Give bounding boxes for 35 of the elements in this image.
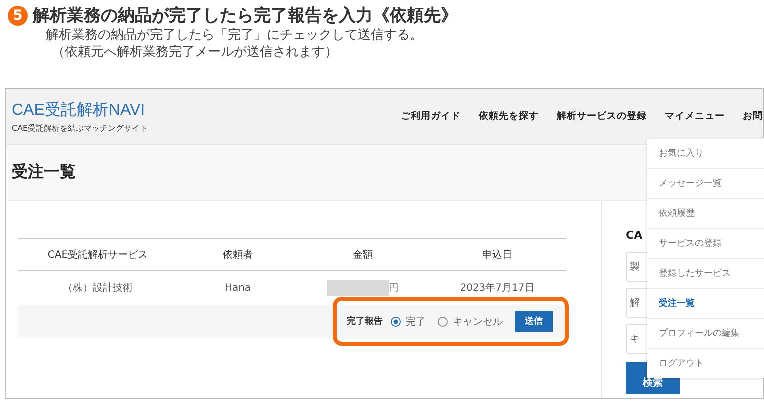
instruction-text: 解析業務の納品が完了したら「完了」にチェックして送信する。 xyxy=(46,27,424,44)
table-cell-text: （株）設計技術 xyxy=(62,282,134,295)
menu-item[interactable]: 登録したサービス xyxy=(647,258,764,288)
nav-link[interactable]: マイメニュー xyxy=(665,110,725,123)
site-tagline: CAE受託解析を結ぶマッチングサイト xyxy=(12,122,148,134)
radio-label[interactable]: 完了 xyxy=(406,314,426,328)
column-header: 金額 xyxy=(352,248,374,262)
nav-link[interactable]: お問 xyxy=(743,110,763,123)
menu-item[interactable]: お気に入り xyxy=(647,138,764,168)
table-cell-text: Hana xyxy=(224,282,252,294)
radio-label[interactable]: キャンセル xyxy=(453,314,503,328)
menu-item[interactable]: プロフィールの編集 xyxy=(647,318,764,348)
table-cell-text: 2023年7月17日 xyxy=(459,282,536,295)
menu-item[interactable]: メッセージ一覧 xyxy=(647,168,764,198)
step-title: 解析業務の納品が完了したら完了報告を入力《依頼先》 xyxy=(33,5,458,27)
nav-link[interactable]: 依頼先を探す xyxy=(479,110,539,123)
column-header: 申込日 xyxy=(482,248,514,262)
menu-item[interactable]: ログアウト xyxy=(647,348,764,378)
report-label: 完了報告 xyxy=(347,315,383,328)
page-title: 受注一覧 xyxy=(12,162,76,183)
site-logo[interactable]: CAE受託解析NAVI xyxy=(12,100,148,120)
column-header: 依頼者 xyxy=(222,248,254,262)
nav-link[interactable]: 解析サービスの登録 xyxy=(557,110,647,123)
menu-item[interactable]: 受注一覧 xyxy=(647,288,764,318)
nav-link[interactable]: ご利用ガイド xyxy=(401,110,461,123)
sidebar-heading: CA xyxy=(626,229,644,242)
table-cell-text: 円 xyxy=(389,282,399,295)
send-button[interactable]: 送信 xyxy=(515,311,553,332)
menu-item[interactable]: サービスの登録 xyxy=(647,228,764,258)
menu-item[interactable]: 依頼履歴 xyxy=(647,198,764,228)
step-number-badge: 5 xyxy=(8,6,28,26)
radio-button[interactable] xyxy=(438,316,448,326)
instruction-text: （依頼元へ解析業務完了メールが送信されます） xyxy=(52,44,339,61)
column-header: CAE受託解析サービス xyxy=(46,248,150,262)
radio-button[interactable] xyxy=(391,316,401,326)
